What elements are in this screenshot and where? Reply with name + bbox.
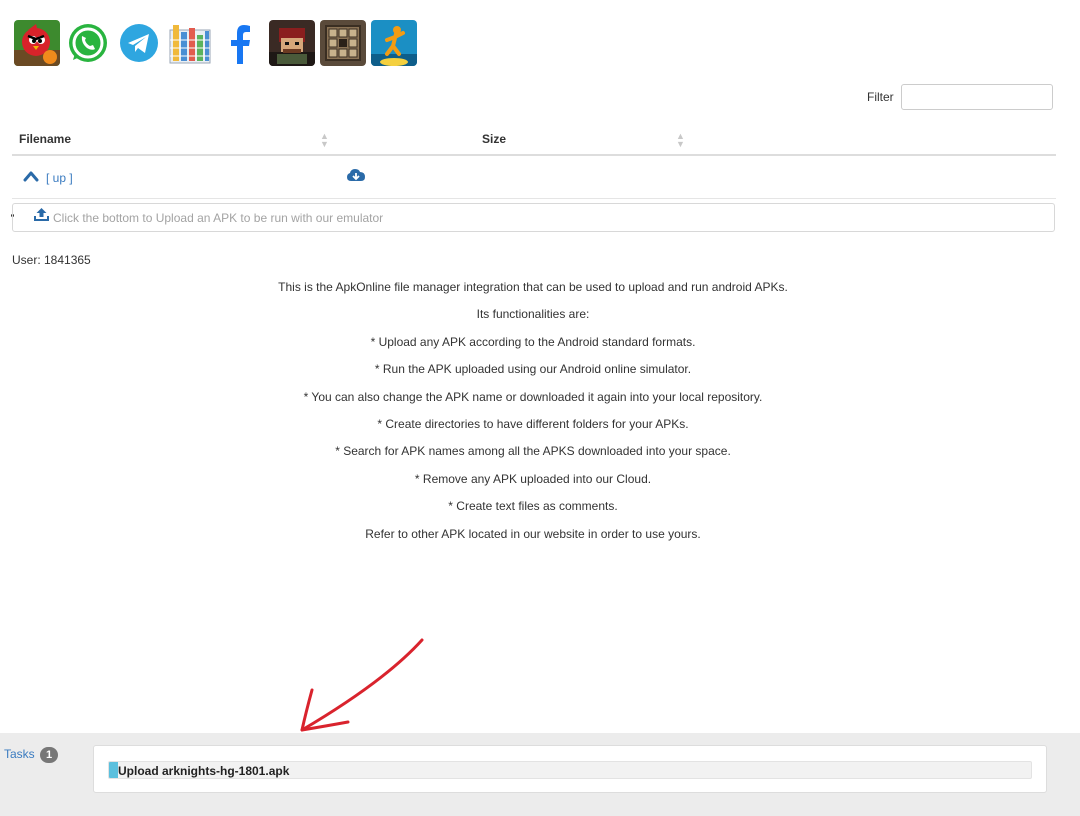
puzzle-game-icon[interactable] bbox=[320, 20, 366, 66]
filename-sort-icon[interactable]: ▲ ▼ bbox=[320, 132, 329, 149]
description-line: * Remove any APK uploaded into our Cloud… bbox=[414, 471, 652, 486]
filename-column-header[interactable]: Filename bbox=[19, 132, 71, 146]
facebook-icon[interactable] bbox=[218, 20, 264, 66]
description-line: * You can also change the APK name or do… bbox=[303, 389, 763, 404]
whatsapp-icon[interactable] bbox=[65, 20, 111, 66]
game-character-icon[interactable] bbox=[269, 20, 315, 66]
progress-fill bbox=[109, 762, 119, 778]
up-directory-link[interactable]: [ up ] bbox=[46, 171, 73, 185]
user-id-text: User: 1841365 bbox=[12, 253, 91, 267]
file-table-header: Filename ▲ ▼ Size ▲ ▼ bbox=[12, 124, 1056, 156]
chevron-up-icon[interactable] bbox=[23, 169, 39, 187]
description-line: * Upload any APK according to the Androi… bbox=[370, 334, 696, 349]
tasks-bar: Tasks 1 Upload arknights-hg-1801.apk bbox=[0, 733, 1080, 816]
description-line: Refer to other APK located in our websit… bbox=[365, 526, 701, 541]
table-row-up: [ up ] bbox=[12, 157, 1056, 199]
tasks-link[interactable]: Tasks bbox=[4, 747, 35, 761]
angry-birds-icon[interactable] bbox=[14, 20, 60, 66]
upload-progress-bar: Upload arknights-hg-1801.apk bbox=[108, 761, 1032, 779]
cloud-download-icon[interactable] bbox=[346, 167, 366, 188]
spreadsheet-icon[interactable] bbox=[167, 20, 213, 66]
annotation-arrow bbox=[300, 638, 424, 732]
telegram-icon[interactable] bbox=[116, 20, 162, 66]
upload-apk-button[interactable]: Click the bottom to Upload an APK to be … bbox=[12, 203, 1055, 232]
description-line: This is the ApkOnline file manager integ… bbox=[278, 280, 788, 294]
size-column-header[interactable]: Size bbox=[482, 132, 506, 146]
jumping-game-icon[interactable] bbox=[371, 20, 417, 66]
description-block: This is the ApkOnline file manager integ… bbox=[0, 280, 1066, 554]
upload-instruction-text: Click the bottom to Upload an APK to be … bbox=[53, 211, 384, 225]
app-icons-row bbox=[14, 19, 417, 67]
tasks-count-badge: 1 bbox=[40, 747, 58, 763]
size-sort-icon[interactable]: ▲ ▼ bbox=[676, 132, 685, 149]
upload-task-label: Upload arknights-hg-1801.apk bbox=[118, 764, 290, 778]
filter-input[interactable] bbox=[901, 84, 1053, 110]
description-line: Its functionalities are: bbox=[476, 307, 590, 322]
description-line: * Create text files as comments. bbox=[448, 499, 618, 514]
task-list-panel: Upload arknights-hg-1801.apk bbox=[93, 745, 1047, 793]
description-line: * Create directories to have different f… bbox=[377, 416, 689, 431]
filter-label: Filter bbox=[867, 90, 894, 104]
description-line: * Run the APK uploaded using our Android… bbox=[374, 362, 692, 377]
description-line: * Search for APK names among all the APK… bbox=[335, 444, 731, 459]
upload-icon bbox=[33, 207, 50, 228]
